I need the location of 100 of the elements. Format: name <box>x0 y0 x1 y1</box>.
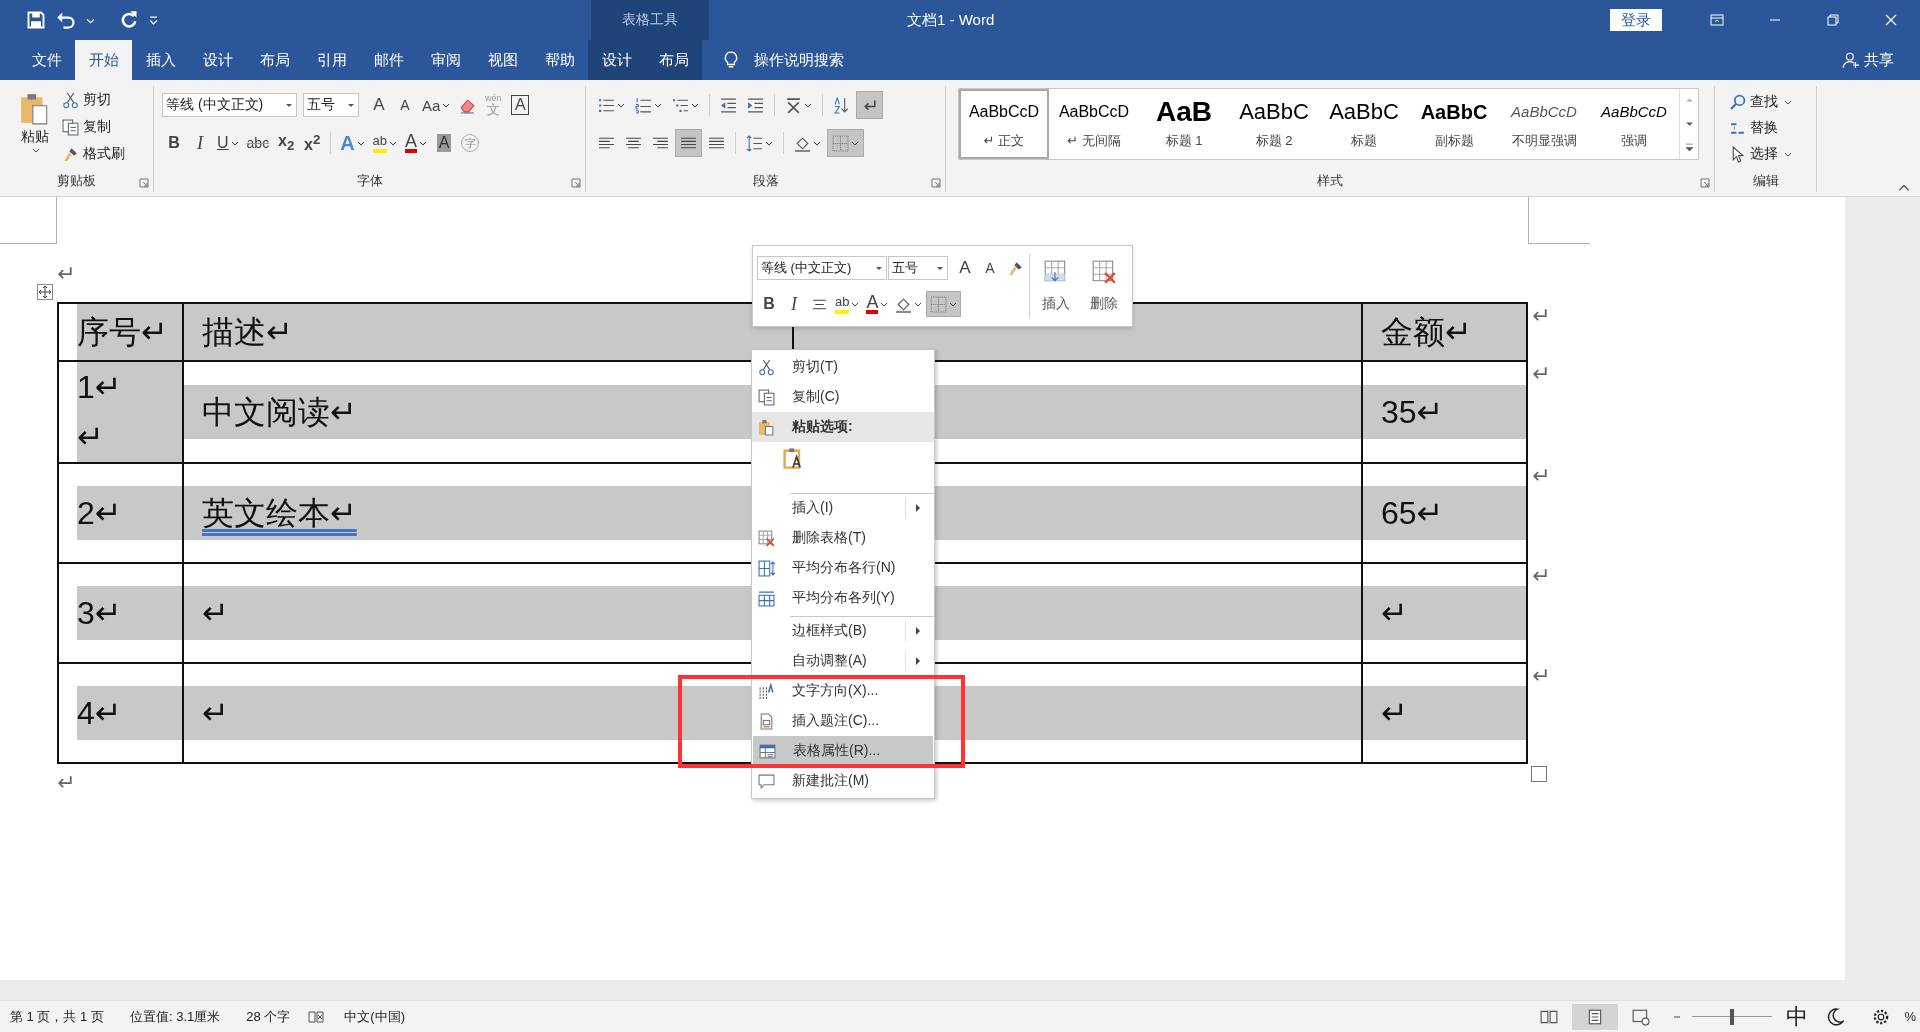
clipboard-button[interactable]: 格式刷 <box>62 142 125 166</box>
ribbon-tab[interactable]: 开始 <box>75 40 132 80</box>
underline-button[interactable]: U <box>214 130 242 156</box>
style-option[interactable]: AaB 标题 1 <box>1139 89 1229 159</box>
grow-font-button[interactable]: A <box>367 92 391 118</box>
character-shading-button[interactable]: A <box>432 130 457 156</box>
insert-button[interactable]: 插入 <box>1031 259 1080 313</box>
zoom-slider-thumb[interactable] <box>1730 1008 1735 1025</box>
tell-me-search[interactable]: 操作说明搜索 <box>754 40 844 80</box>
ribbon-tab[interactable]: 视图 <box>474 40 531 80</box>
style-option[interactable]: AaBbCcD ↵ 正文 <box>959 89 1049 159</box>
borders-button[interactable] <box>926 291 962 317</box>
highlight-button[interactable]: ab <box>832 291 863 317</box>
status-text[interactable]: 28 个字 <box>246 1007 291 1026</box>
font-size-field[interactable]: 五号 <box>303 93 359 117</box>
sign-in-button[interactable]: 登录 <box>1610 9 1662 31</box>
ribbon-tab[interactable]: 邮件 <box>360 40 417 80</box>
ribbon-tab[interactable]: 文件 <box>18 40 75 80</box>
font-size-field[interactable]: 五号 <box>888 256 948 280</box>
caret-icon <box>880 300 889 308</box>
menu-item[interactable]: 边框样式(B) <box>752 616 934 646</box>
grow-font-button[interactable]: A <box>953 255 977 281</box>
dialog-launcher-icon[interactable] <box>931 178 941 188</box>
ribbon-tab[interactable]: 帮助 <box>531 40 588 80</box>
highlight-button[interactable]: ab <box>369 130 401 156</box>
dialog-launcher-icon[interactable] <box>139 178 149 188</box>
subscript-button[interactable]: x$_{2}$ <box>274 130 299 156</box>
font-name-field[interactable]: 等线 (中文正文) <box>162 93 297 117</box>
clipboard-button[interactable]: 剪切 <box>62 88 125 112</box>
ribbon-tab[interactable]: 插入 <box>132 40 189 80</box>
status-text[interactable]: 位置值: 3.1厘米 <box>129 1007 221 1026</box>
ribbon-tab[interactable]: 审阅 <box>417 40 474 80</box>
customize-icon[interactable] <box>149 15 158 25</box>
caret-icon <box>914 300 923 308</box>
menu-item[interactable]: 剪切(T) <box>752 352 934 382</box>
cell-text: 35↵ <box>1381 393 1444 432</box>
redo-icon[interactable] <box>119 10 139 30</box>
zoom-percent[interactable]: % <box>1904 1009 1916 1024</box>
bold-button[interactable]: B <box>162 130 186 156</box>
style-option[interactable]: AaBbC 副标题 <box>1409 89 1499 159</box>
cell-text: 中文阅读↵ <box>202 393 357 432</box>
horizontal-scrollbar[interactable] <box>0 980 1920 1000</box>
dialog-launcher-icon[interactable] <box>1700 178 1710 188</box>
bold-button[interactable]: B <box>757 291 781 317</box>
editing-button[interactable]: 选择 <box>1729 142 1816 166</box>
menu-item[interactable]: 复制(C) <box>752 382 934 412</box>
status-text[interactable]: 中文(中国) <box>344 1007 405 1026</box>
submenu-arrow-icon <box>915 657 921 665</box>
proofing-book-icon[interactable] <box>308 1008 325 1025</box>
table-resize-handle[interactable] <box>1531 766 1548 782</box>
dialog-launcher-icon[interactable] <box>571 178 581 188</box>
share-button[interactable]: 共享 <box>1842 40 1894 80</box>
menu-item[interactable]: 插入题注(C)... <box>752 706 934 736</box>
shrink-font-button[interactable]: A <box>978 255 1002 281</box>
caret-icon <box>230 139 239 147</box>
font-color-button[interactable]: A <box>402 130 431 156</box>
character-border-button[interactable]: A <box>511 95 530 115</box>
print-layout-icon[interactable] <box>1572 1003 1619 1030</box>
status-text[interactable]: 第 1 页，共 1 页 <box>10 1007 104 1026</box>
menu-item[interactable]: 新建批注(M) <box>752 766 934 796</box>
style-option[interactable]: AaBbCcD 强调 <box>1589 89 1679 159</box>
style-option[interactable]: AaBbCcD ↵ 无间隔 <box>1049 89 1139 159</box>
menu-item[interactable]: 自动调整(A) <box>752 646 934 676</box>
menu-item[interactable]: 插入(I) <box>752 493 934 523</box>
table-move-handle-icon[interactable] <box>37 284 53 300</box>
save-icon[interactable] <box>26 10 46 30</box>
vertical-scrollbar[interactable] <box>1845 197 1920 980</box>
style-option[interactable]: AaBbC 标题 <box>1319 89 1409 159</box>
show-marks-button[interactable] <box>856 91 883 119</box>
ribbon-tab[interactable]: 设计 <box>588 40 645 80</box>
more-styles-icon[interactable] <box>1684 142 1694 152</box>
superscript-button[interactable]: x$^{2}$ <box>300 130 325 156</box>
ribbon-tab[interactable]: 布局 <box>645 40 702 80</box>
font-color-button[interactable]: A <box>863 291 892 317</box>
clipboard-button[interactable]: 复制 <box>62 115 125 139</box>
menu-item[interactable]: 平均分布各列(Y) <box>752 583 934 613</box>
scroll-down-icon[interactable] <box>1684 119 1694 129</box>
collapse-ribbon-icon[interactable] <box>1898 182 1910 194</box>
font-name-field[interactable]: 等线 (中文正文) <box>757 256 887 280</box>
italic-button[interactable]: I <box>188 130 212 156</box>
change-case-button[interactable]: Aa <box>419 92 454 118</box>
delete-button[interactable]: 删除 <box>1079 259 1128 313</box>
paste-button[interactable]: 粘贴 <box>14 88 56 172</box>
editing-button[interactable]: 查找 <box>1729 90 1816 114</box>
menu-item[interactable]: 表格属性(R)... <box>753 736 933 766</box>
style-option[interactable]: AaBbC 标题 2 <box>1229 89 1319 159</box>
editing-button[interactable]: 替换 <box>1729 116 1816 140</box>
shrink-font-button[interactable]: A <box>393 92 417 118</box>
row-end-mark: ↵ <box>1532 563 1551 589</box>
menu-item[interactable]: 删除表格(T) <box>752 523 934 553</box>
ribbon-tab[interactable]: 布局 <box>246 40 303 80</box>
italic-button[interactable]: I <box>782 291 806 317</box>
undo-icon[interactable] <box>56 10 76 30</box>
menu-item[interactable]: 平均分布各行(N) <box>752 553 934 583</box>
justify-button[interactable] <box>675 129 702 157</box>
input-method-indicator[interactable]: 中 <box>1786 1001 1809 1032</box>
row-end-mark: ↵ <box>1532 463 1551 489</box>
ribbon-tab[interactable]: 引用 <box>303 40 360 80</box>
ribbon-tab[interactable]: 设计 <box>189 40 246 80</box>
style-option[interactable]: AaBbCcD 不明显强调 <box>1499 89 1589 159</box>
